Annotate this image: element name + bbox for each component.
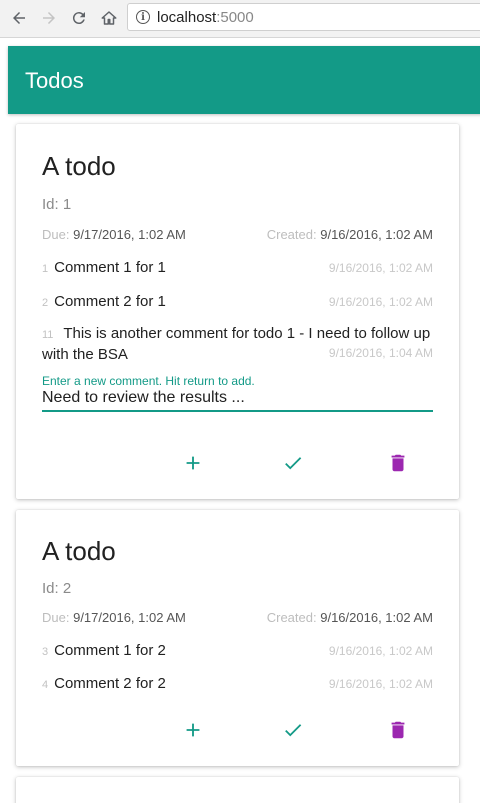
comment-item: 1 Comment 1 for 1 9/16/2016, 1:02 AM <box>42 258 433 279</box>
url-port: :5000 <box>216 8 254 26</box>
todo-dates: Due: 9/17/2016, 1:02 AM Created: 9/16/20… <box>42 610 433 625</box>
comment-id: 1 <box>42 263 49 275</box>
comment-timestamp: 9/16/2016, 1:02 AM <box>328 261 433 275</box>
address-bar[interactable]: i localhost:5000 <box>127 3 480 31</box>
created-label: Created: <box>266 227 317 242</box>
due-date: 9/17/2016, 1:02 AM <box>73 610 186 625</box>
plus-icon <box>186 456 200 470</box>
forward-button[interactable] <box>38 7 60 29</box>
todo-card-partial <box>16 777 459 803</box>
delete-todo-button[interactable] <box>383 448 413 478</box>
reload-icon <box>72 12 85 25</box>
comment-id: 3 <box>42 646 49 658</box>
comment-text: Comment 1 for 1 <box>54 259 166 276</box>
home-button[interactable] <box>98 7 120 29</box>
todo-id: Id: 2 <box>42 580 72 597</box>
back-button[interactable] <box>8 7 30 29</box>
add-comment-button[interactable] <box>178 448 208 478</box>
trash-icon <box>391 721 405 739</box>
comment-timestamp: 9/16/2016, 1:02 AM <box>328 644 433 658</box>
comment-item: 2 Comment 2 for 1 9/16/2016, 1:02 AM <box>42 292 433 313</box>
info-icon[interactable]: i <box>136 10 150 24</box>
todo-actions <box>16 715 459 745</box>
app-title: Todos <box>25 68 84 93</box>
trash-icon <box>391 454 405 472</box>
comment-text: Comment 1 for 2 <box>54 642 166 659</box>
complete-todo-button[interactable] <box>278 715 308 745</box>
todo-dates: Due: 9/17/2016, 1:02 AM Created: 9/16/20… <box>42 227 433 242</box>
complete-todo-button[interactable] <box>278 448 308 478</box>
due-label: Due: <box>42 227 70 242</box>
comment-timestamp: 9/16/2016, 1:02 AM <box>328 677 433 691</box>
comment-item: 4 Comment 2 for 2 9/16/2016, 1:02 AM <box>42 674 433 695</box>
created-label: Created: <box>266 610 317 625</box>
todo-id: Id: 1 <box>42 196 72 213</box>
comment-id: 4 <box>42 679 49 691</box>
check-icon <box>285 457 302 470</box>
comment-text: Comment 2 for 2 <box>54 675 166 692</box>
created-date: 9/16/2016, 1:02 AM <box>320 227 433 242</box>
comment-id: 11 <box>42 329 54 341</box>
browser-toolbar: i localhost:5000 <box>0 0 480 38</box>
new-comment-input[interactable] <box>42 386 433 412</box>
plus-icon <box>186 723 200 737</box>
todo-title: A todo <box>42 536 116 566</box>
page-content: Todos A todo Id: 1 Due: 9/17/2016, 1:02 … <box>0 38 480 803</box>
created-date: 9/16/2016, 1:02 AM <box>320 610 433 625</box>
due-label: Due: <box>42 610 70 625</box>
todo-title: A todo <box>42 151 116 181</box>
comment-text: Comment 2 for 1 <box>54 293 166 310</box>
todo-card: A todo Id: 1 Due: 9/17/2016, 1:02 AM Cre… <box>16 124 459 499</box>
comment-item: 11 This is another comment for todo 1 - … <box>42 324 433 364</box>
comment-id: 2 <box>42 297 49 309</box>
reload-button[interactable] <box>68 7 90 29</box>
delete-todo-button[interactable] <box>383 715 413 745</box>
add-comment-button[interactable] <box>178 715 208 745</box>
app-bar: Todos <box>8 46 480 114</box>
comment-timestamp: 9/16/2016, 1:04 AM <box>328 346 433 360</box>
arrow-left-icon <box>13 12 25 24</box>
home-icon <box>101 11 117 25</box>
arrow-right-icon <box>43 12 55 24</box>
comment-timestamp: 9/16/2016, 1:02 AM <box>328 295 433 309</box>
url-host: localhost <box>157 8 217 26</box>
due-date: 9/17/2016, 1:02 AM <box>73 227 186 242</box>
check-icon <box>285 724 302 737</box>
comment-item: 3 Comment 1 for 2 9/16/2016, 1:02 AM <box>42 641 433 662</box>
todo-actions <box>16 448 459 478</box>
todo-card: A todo Id: 2 Due: 9/17/2016, 1:02 AM Cre… <box>16 510 459 766</box>
